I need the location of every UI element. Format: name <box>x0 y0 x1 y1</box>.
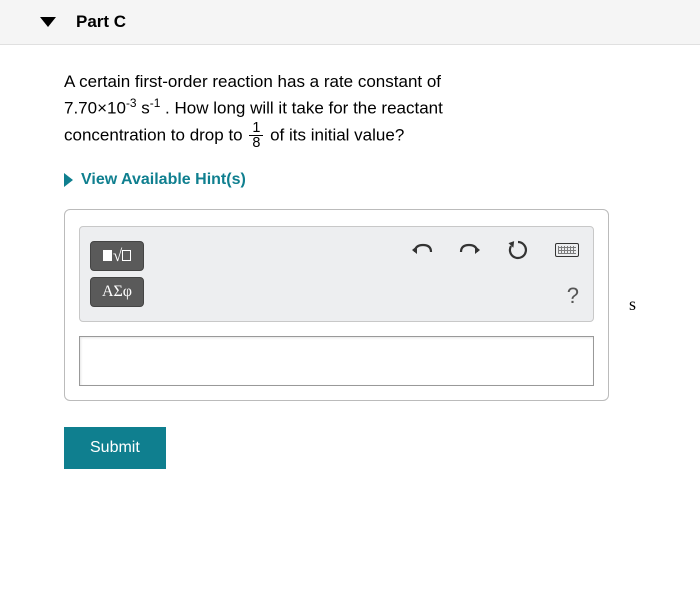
collapse-icon <box>40 17 56 27</box>
reset-button[interactable] <box>503 235 533 265</box>
rate-unit-base: s <box>141 98 150 117</box>
question-line1: A certain first-order reaction has a rat… <box>64 72 441 91</box>
empty-box-icon <box>122 250 131 261</box>
question-text: A certain first-order reaction has a rat… <box>64 69 636 151</box>
redo-icon <box>459 240 481 260</box>
question-line2-mid: . How long will it take for the reactant <box>160 98 443 117</box>
fraction: 18 <box>249 121 263 151</box>
toolbar-right: ? <box>407 235 583 313</box>
undo-icon <box>411 240 433 260</box>
hints-label: View Available Hint(s) <box>81 171 246 189</box>
icon-row <box>407 235 583 265</box>
undo-button[interactable] <box>407 236 437 264</box>
part-header[interactable]: Part C <box>0 0 700 45</box>
rate-value: 7.70×10 <box>64 98 126 117</box>
question-line3-post: of its initial value? <box>265 125 404 144</box>
content-area: A certain first-order reaction has a rat… <box>0 45 700 489</box>
part-title: Part C <box>76 12 126 32</box>
answer-wrapper: √ ΑΣφ <box>64 209 636 401</box>
reset-icon <box>507 239 529 261</box>
filled-box-icon <box>103 250 112 261</box>
root-icon: √ <box>113 246 121 266</box>
submit-button[interactable]: Submit <box>64 427 166 469</box>
rate-unit-exp: -1 <box>150 96 161 110</box>
rate-exp: -3 <box>126 96 137 110</box>
keyboard-icon <box>555 243 579 257</box>
unit-label: s <box>629 294 636 315</box>
equation-toolbar: √ ΑΣφ <box>79 226 594 322</box>
question-line3-pre: concentration to drop to <box>64 125 247 144</box>
hints-toggle[interactable]: View Available Hint(s) <box>64 171 636 189</box>
frac-num: 1 <box>249 121 263 136</box>
toolbar-left: √ ΑΣφ <box>90 241 144 307</box>
redo-button[interactable] <box>455 236 485 264</box>
templates-button[interactable]: √ <box>90 241 144 271</box>
help-button[interactable]: ? <box>563 279 583 313</box>
expand-icon <box>64 173 73 187</box>
keyboard-button[interactable] <box>551 239 583 261</box>
answer-input[interactable] <box>79 336 594 386</box>
answer-box: √ ΑΣφ <box>64 209 609 401</box>
greek-button[interactable]: ΑΣφ <box>90 277 144 307</box>
frac-den: 8 <box>249 136 263 150</box>
